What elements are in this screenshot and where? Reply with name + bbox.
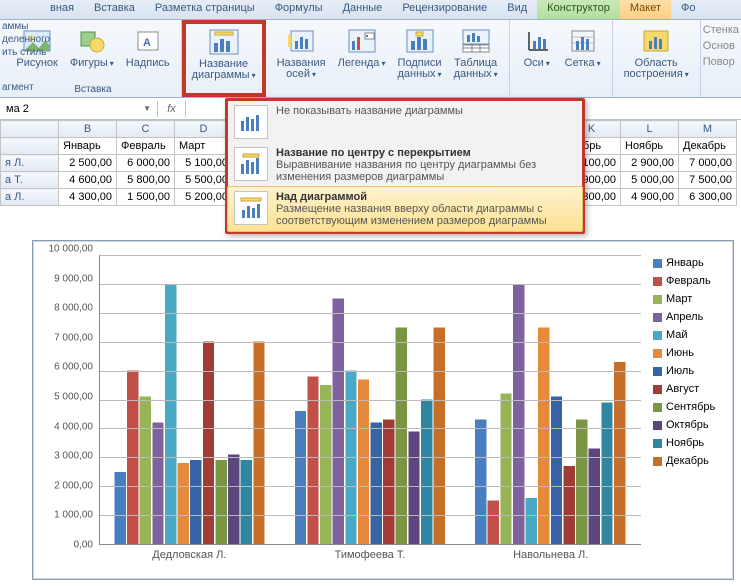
- left-panel-text: аммы: [0, 20, 60, 33]
- gridlines-button[interactable]: Сетка: [560, 22, 606, 82]
- chart-legend[interactable]: Январь Февраль Март Апрель Май Июнь Июль Август…: [645, 249, 725, 571]
- left-panel-text: агмент: [0, 81, 60, 94]
- axis-titles-button[interactable]: Названия осей: [272, 22, 331, 82]
- tab-formulas[interactable]: Формулы: [265, 0, 333, 19]
- name-box[interactable]: ма 2▼: [0, 101, 158, 117]
- tab-design[interactable]: Конструктор: [537, 0, 620, 19]
- none-icon: [234, 105, 268, 139]
- legend-item[interactable]: Март: [653, 293, 725, 305]
- legend-item[interactable]: Октябрь: [653, 419, 725, 431]
- ribbon-right-text: Стенка: [703, 24, 739, 36]
- tab-layout[interactable]: Макет: [620, 0, 671, 19]
- axis-titles-icon: [285, 25, 317, 57]
- dropdown-item-none[interactable]: НетНе показывать название диаграммы: [228, 101, 582, 143]
- ribbon-group-axes: Оси Сетка: [510, 20, 613, 97]
- chart-title-button-wrap: Название диаграммы: [182, 20, 266, 97]
- overlay-title-icon: [234, 147, 268, 181]
- legend-item[interactable]: Май: [653, 329, 725, 341]
- tab-review[interactable]: Рецензирование: [392, 0, 497, 19]
- legend-icon: [346, 25, 378, 57]
- legend-item[interactable]: Июнь: [653, 347, 725, 359]
- ribbon-tabs: вная Вставка Разметка страницы Формулы Д…: [0, 0, 741, 20]
- ribbon-right-text: Основ: [703, 40, 739, 52]
- data-table-button[interactable]: Таблица данных: [449, 22, 503, 82]
- legend-button[interactable]: Легенда: [333, 22, 391, 82]
- data-labels-button[interactable]: Подписи данных: [392, 22, 446, 82]
- tab-view[interactable]: Вид: [497, 0, 537, 19]
- axes-icon: [521, 25, 553, 57]
- shapes-icon: [76, 25, 108, 57]
- legend-item[interactable]: Июль: [653, 365, 725, 377]
- legend-item[interactable]: Август: [653, 383, 725, 395]
- tab-vnaya[interactable]: вная: [40, 0, 84, 19]
- dropdown-item-centered-overlay[interactable]: Название по центру с перекрытиемВыравнив…: [228, 143, 582, 187]
- data-table-icon: [460, 25, 492, 57]
- above-chart-icon: [234, 191, 268, 225]
- ribbon-group-plotarea: Область построения: [613, 20, 701, 97]
- dropdown-item-above-chart[interactable]: Над диаграммойРазмещение названия вверху…: [227, 186, 583, 232]
- chart-object[interactable]: 0,001 000,002 000,003 000,004 000,005 00…: [32, 240, 734, 580]
- legend-item[interactable]: Апрель: [653, 311, 725, 323]
- ribbon-right-text: Повор: [703, 56, 739, 68]
- shapes-button[interactable]: Фигуры: [65, 22, 119, 82]
- chart-title-dropdown: НетНе показывать название диаграммы Назв…: [225, 98, 585, 234]
- legend-item[interactable]: Февраль: [653, 275, 725, 287]
- ribbon-group-label: Вставка: [74, 83, 111, 97]
- chart-plot-area: 0,001 000,002 000,003 000,004 000,005 00…: [37, 249, 645, 571]
- tab-data[interactable]: Данные: [333, 0, 393, 19]
- plot-area-button[interactable]: Область построения: [619, 22, 694, 82]
- gridlines-icon: [567, 25, 599, 57]
- chart-title-button[interactable]: Название диаграммы: [187, 23, 261, 83]
- data-labels-icon: [404, 25, 436, 57]
- tab-page-layout[interactable]: Разметка страницы: [145, 0, 265, 19]
- legend-item[interactable]: Декабрь: [653, 455, 725, 467]
- plot-area-icon: [640, 25, 672, 57]
- axes-button[interactable]: Оси: [516, 22, 558, 82]
- tab-insert[interactable]: Вставка: [84, 0, 145, 19]
- ribbon: аммы деленного ить стиль агмент Рисунок …: [0, 20, 741, 98]
- legend-item[interactable]: Ноябрь: [653, 437, 725, 449]
- textbox-icon: A: [132, 25, 164, 57]
- ribbon-group-labels: Названия осей Легенда Подписи данных Таб…: [266, 20, 510, 97]
- textbox-button[interactable]: AНадпись: [121, 22, 175, 82]
- left-panel-text: деленного: [0, 33, 60, 46]
- legend-item[interactable]: Январь: [653, 257, 725, 269]
- tab-fo[interactable]: Фо: [671, 0, 705, 19]
- fx-label[interactable]: fx: [158, 101, 186, 117]
- legend-item[interactable]: Сентябрь: [653, 401, 725, 413]
- left-panel-text: ить стиль: [0, 46, 60, 59]
- chart-title-icon: [208, 26, 240, 58]
- svg-text:A: A: [143, 37, 151, 49]
